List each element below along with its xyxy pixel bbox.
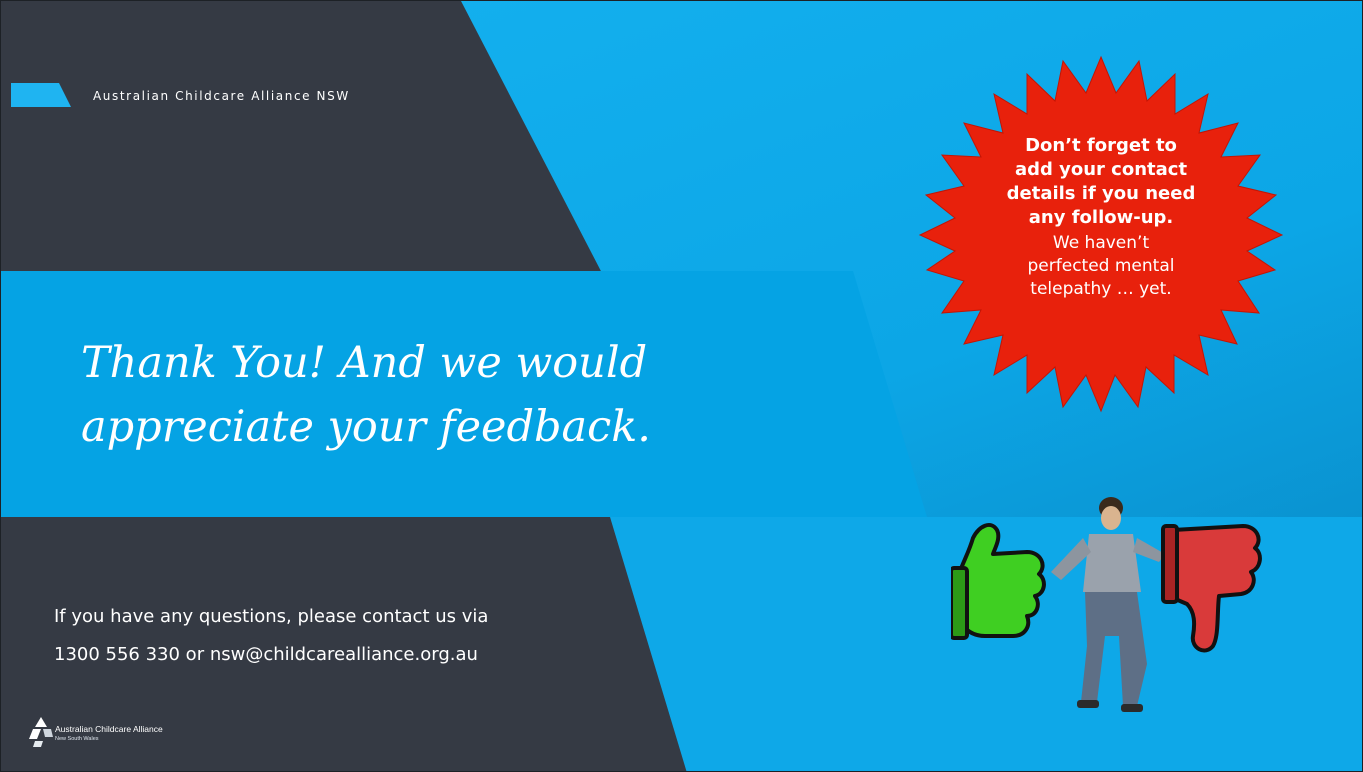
contact-info: If you have any questions, please contac… [54, 598, 694, 674]
logo-region: New South Wales [55, 736, 99, 742]
callout-bold-line-2: add your contact [1014, 159, 1188, 180]
callout-normal-text: We haven’t perfected mental telepathy … … [961, 232, 1241, 301]
aca-logo: Australian Childcare Alliance New South … [29, 717, 209, 753]
slide: Australian Childcare Alliance NSW Thank … [0, 0, 1363, 772]
callout-bold-text: Don’t forget to add your contact details… [961, 134, 1241, 230]
callout-normal-line-1: We haven’t [1052, 233, 1150, 253]
callout-bold-line-4: any follow-up. [1028, 207, 1174, 228]
callout-bold-line-1: Don’t forget to [1025, 135, 1177, 156]
callout-normal-line-3: telepathy … yet. [1030, 279, 1172, 299]
contact-line-2: 1300 556 330 or nsw@childcarealliance.or… [54, 644, 478, 665]
feedback-illustration [951, 497, 1262, 712]
contact-line-1: If you have any questions, please contac… [54, 606, 489, 627]
callout-normal-line-2: perfected mental [1027, 256, 1175, 276]
person-figure [1051, 497, 1165, 712]
logo-name: Australian Childcare Alliance [55, 724, 163, 734]
thumbs-down-icon [1161, 524, 1262, 653]
headline-line-2: appreciate your feedback. [81, 402, 651, 452]
thumbs-up-icon [951, 522, 1046, 640]
aca-logo-mark-icon [29, 717, 53, 747]
callout-bold-line-3: details if you need [1006, 183, 1196, 204]
headline: Thank You! And we would appreciate your … [81, 331, 781, 459]
headline-line-1: Thank You! And we would [81, 338, 648, 388]
header-label: Australian Childcare Alliance NSW [93, 89, 350, 103]
callout-text: Don’t forget to add your contact details… [961, 134, 1241, 301]
